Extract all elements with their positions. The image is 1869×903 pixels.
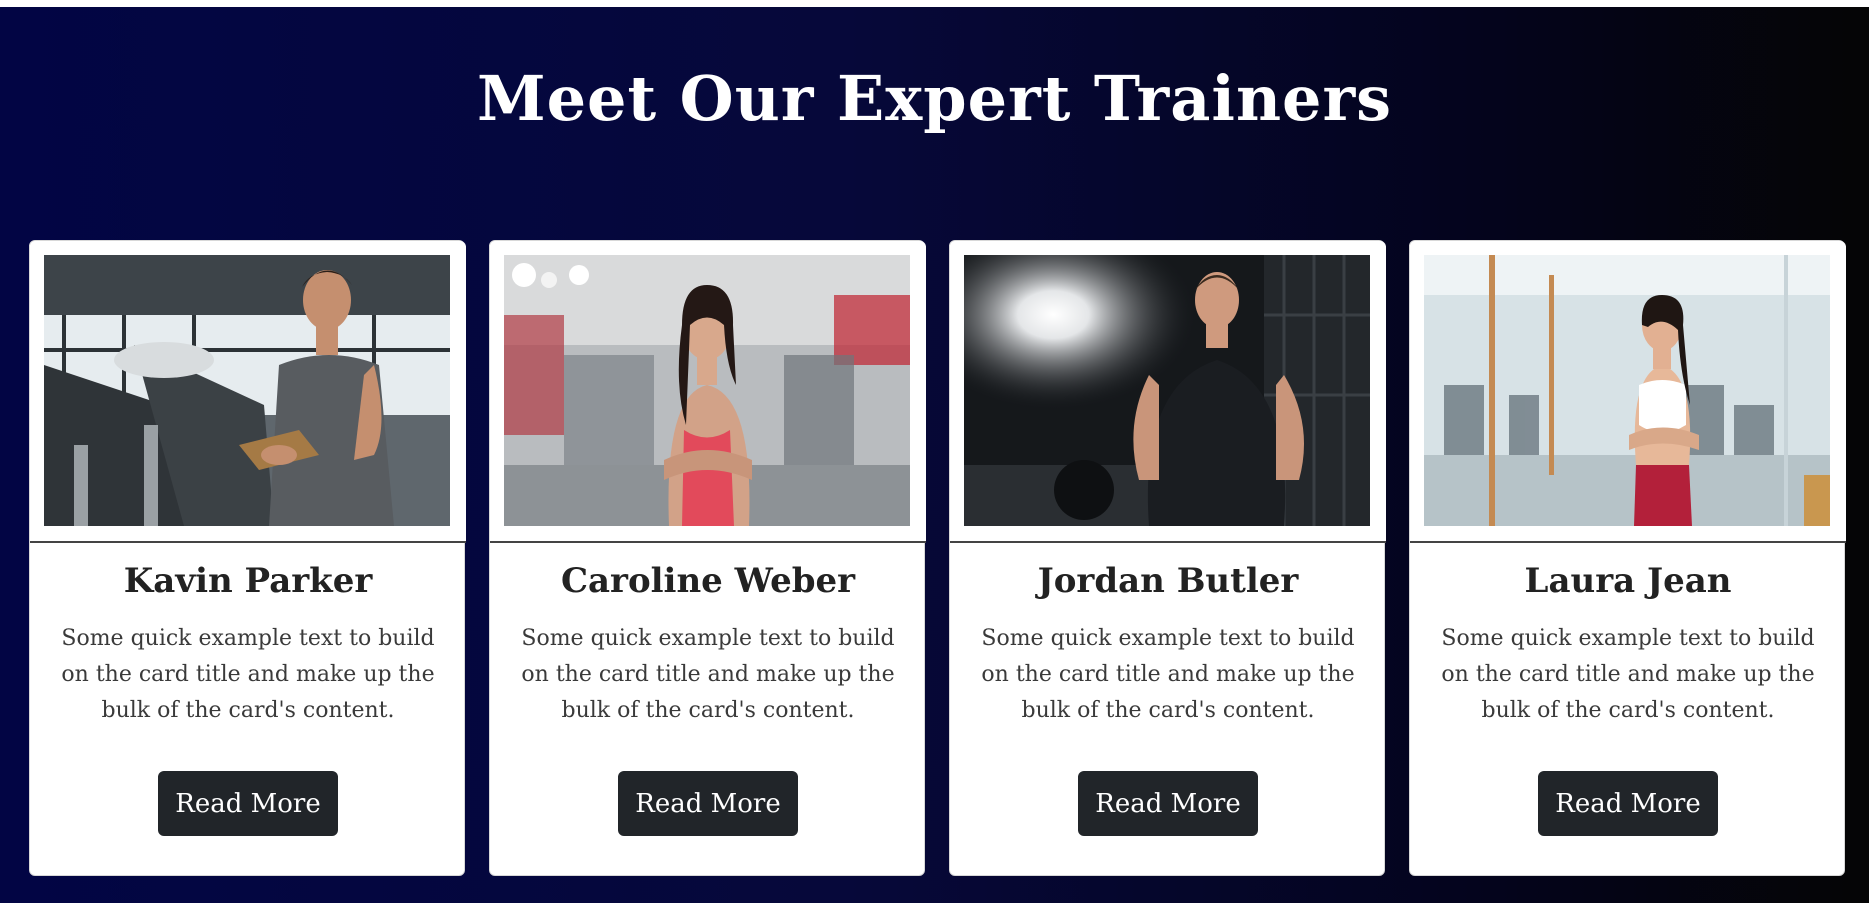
- read-more-button[interactable]: Read More: [1078, 771, 1258, 836]
- trainer-photo-frame: [1410, 241, 1846, 543]
- trainer-description: Some quick example text to build on the …: [981, 626, 1355, 723]
- trainer-name: Laura Jean: [1524, 561, 1732, 601]
- read-more-button[interactable]: Read More: [618, 771, 798, 836]
- trainer-photo: [44, 255, 450, 526]
- read-more-button[interactable]: Read More: [158, 771, 338, 836]
- trainer-photo-frame: [490, 241, 926, 543]
- trainer-card-laura-jean: Laura Jean Some quick example text to bu…: [1409, 240, 1846, 876]
- trainer-name: Kavin Parker: [123, 561, 373, 601]
- trainer-photo: [1424, 255, 1830, 526]
- trainer-cards: Kavin Parker Some quick example text to …: [29, 240, 1846, 876]
- trainer-card-jordan-butler: Jordan Butler Some quick example text to…: [949, 240, 1386, 876]
- trainers-section: Meet Our Expert Trainers Kavin Parker So…: [0, 7, 1869, 903]
- trainer-photo-frame: [30, 241, 466, 543]
- trainer-description: Some quick example text to build on the …: [61, 626, 435, 723]
- trainer-name: Caroline Weber: [560, 561, 856, 601]
- trainer-description: Some quick example text to build on the …: [1441, 626, 1815, 723]
- trainer-description: Some quick example text to build on the …: [521, 626, 895, 723]
- section-title: Meet Our Expert Trainers: [476, 62, 1393, 135]
- trainer-photo: [964, 255, 1370, 526]
- trainer-photo: [504, 255, 910, 526]
- trainer-name: Jordan Butler: [1037, 561, 1299, 601]
- trainer-photo-frame: [950, 241, 1386, 543]
- trainer-card-caroline-weber: Caroline Weber Some quick example text t…: [489, 240, 926, 876]
- trainer-card-kavin-parker: Kavin Parker Some quick example text to …: [29, 240, 466, 876]
- read-more-button[interactable]: Read More: [1538, 771, 1718, 836]
